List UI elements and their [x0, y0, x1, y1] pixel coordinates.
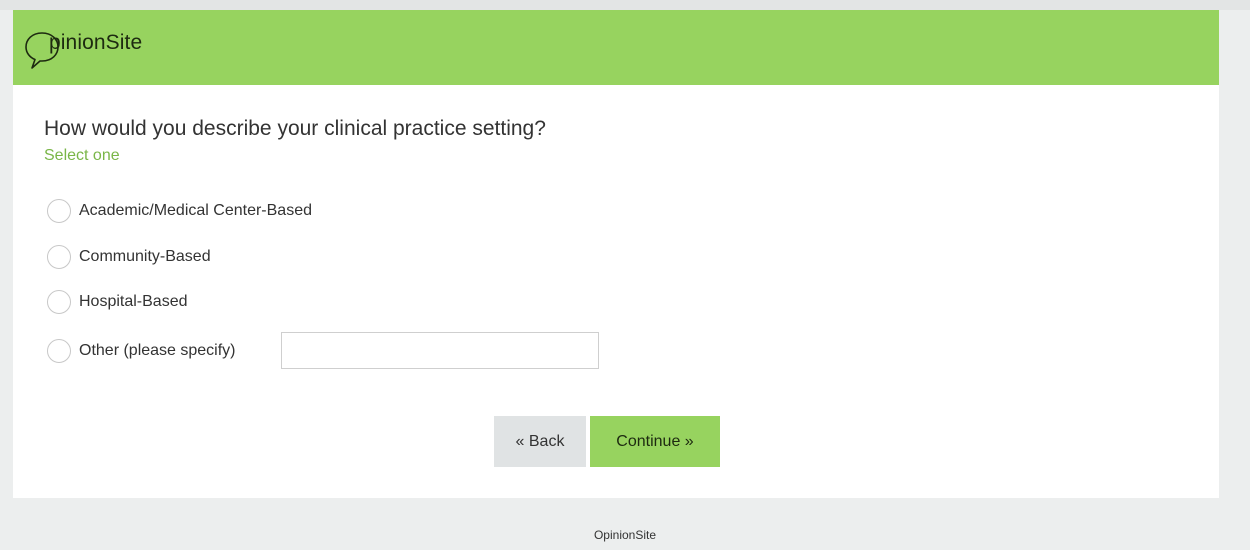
footer-brand: OpinionSite	[593, 528, 657, 542]
radio-button[interactable]	[47, 245, 71, 269]
option-label: Community-Based	[79, 248, 211, 265]
logo-text: pinionSite	[49, 31, 143, 54]
radio-button[interactable]	[47, 199, 71, 223]
survey-panel: pinionSite How would you describe your c…	[13, 10, 1219, 498]
option-other[interactable]: Other (please specify)	[47, 338, 236, 364]
option-label: Academic/Medical Center-Based	[79, 202, 312, 219]
question-title: How would you describe your clinical pra…	[44, 117, 546, 140]
option-hospital-based[interactable]: Hospital-Based	[47, 289, 188, 315]
question-hint: Select one	[44, 147, 120, 164]
radio-button[interactable]	[47, 290, 71, 314]
continue-button[interactable]: Continue »	[590, 416, 720, 467]
option-community-based[interactable]: Community-Based	[47, 244, 211, 270]
option-label: Other (please specify)	[79, 342, 236, 359]
other-specify-input[interactable]	[281, 332, 599, 369]
top-strip	[0, 0, 1250, 10]
option-academic-medical-center[interactable]: Academic/Medical Center-Based	[47, 198, 312, 224]
header-bar: pinionSite	[13, 10, 1219, 85]
option-label: Hospital-Based	[79, 293, 188, 310]
radio-button[interactable]	[47, 339, 71, 363]
back-button[interactable]: « Back	[494, 416, 586, 467]
opinionsite-logo[interactable]: pinionSite	[25, 22, 142, 76]
